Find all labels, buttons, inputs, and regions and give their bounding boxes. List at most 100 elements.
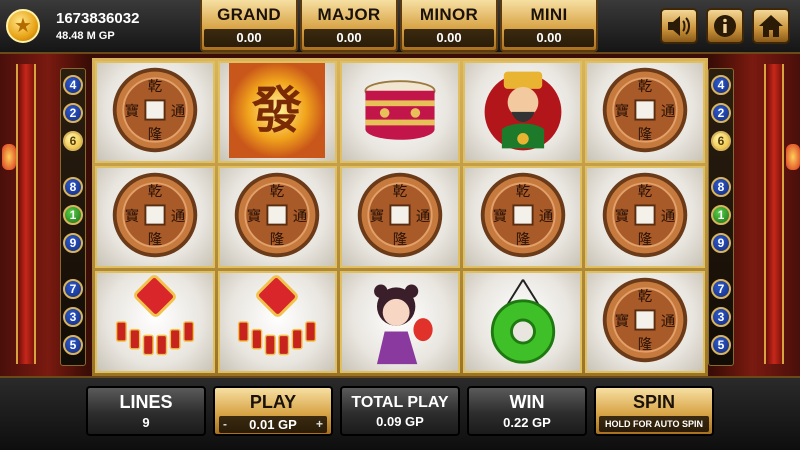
payline-indicator[interactable]: 2 (711, 103, 731, 123)
payline-indicator[interactable]: 7 (711, 279, 731, 299)
svg-text:隆: 隆 (515, 230, 530, 247)
coin-symbol-icon: 乾 隆 寶 通 (229, 168, 325, 266)
sound-button[interactable] (660, 8, 698, 44)
spin-hint: HOLD FOR AUTO SPIN (599, 416, 709, 432)
girl-lantern-symbol-icon (352, 273, 448, 371)
home-button[interactable] (752, 8, 790, 44)
reel-grid: 乾 隆 寶 通 發 乾 隆 寶 通 乾 隆 寶 通 乾 隆 寶 通 乾 隆 寶 … (92, 58, 708, 376)
speaker-icon (668, 16, 690, 36)
payline-indicator[interactable]: 1 (711, 205, 731, 225)
reel-cell: 乾 隆 寶 通 (585, 271, 705, 373)
top-bar: ★ 1673836032 48.48 M GP GRAND 0.00 MAJOR… (0, 0, 800, 54)
bet-increase-button[interactable]: + (316, 416, 323, 433)
payline-indicator[interactable]: 7 (63, 279, 83, 299)
payline-indicator[interactable]: 8 (63, 177, 83, 197)
payline-indicator[interactable]: 3 (63, 307, 83, 327)
jackpot-name: MINI (530, 5, 568, 24)
jade-pendant-symbol-icon (475, 273, 571, 371)
home-icon (759, 15, 783, 37)
payline-indicator[interactable]: 6 (711, 131, 731, 151)
play-value-box: - 0.01 GP + (219, 416, 327, 433)
svg-text:通: 通 (293, 207, 307, 224)
svg-text:寶: 寶 (125, 101, 139, 119)
svg-text:寶: 寶 (370, 206, 384, 224)
player-id: 1673836032 (56, 10, 140, 27)
svg-text:隆: 隆 (393, 230, 408, 247)
star-coin-icon: ★ (6, 9, 40, 43)
win-label: WIN (509, 392, 545, 412)
god-of-wealth-symbol-icon (475, 63, 571, 161)
payline-indicator[interactable]: 2 (63, 103, 83, 123)
payline-indicator[interactable]: 9 (711, 233, 731, 253)
coin-symbol-icon: 乾 隆 寶 通 (597, 168, 693, 266)
svg-text:隆: 隆 (270, 230, 285, 247)
lines-panel[interactable]: LINES 9 (86, 386, 206, 436)
coin-symbol-icon: 乾 隆 寶 通 (597, 63, 693, 161)
svg-text:寶: 寶 (615, 101, 629, 119)
payline-indicator[interactable]: 5 (711, 335, 731, 355)
reel-cell (462, 61, 583, 163)
play-label: PLAY (249, 392, 297, 412)
jackpot-value: 0.00 (204, 29, 294, 47)
jackpot-name: MAJOR (317, 5, 381, 24)
spin-button[interactable]: SPIN HOLD FOR AUTO SPIN (594, 386, 714, 436)
svg-text:隆: 隆 (148, 230, 163, 247)
payline-indicator[interactable]: 4 (711, 75, 731, 95)
svg-text:寶: 寶 (492, 206, 506, 224)
lantern-icon (2, 144, 16, 170)
firecracker-symbol-icon (107, 273, 203, 371)
svg-text:乾: 乾 (515, 182, 529, 199)
jackpot-name: GRAND (217, 5, 281, 24)
svg-text:乾: 乾 (638, 287, 652, 304)
svg-text:乾: 乾 (638, 77, 652, 94)
svg-text:通: 通 (171, 207, 185, 224)
svg-text:乾: 乾 (148, 77, 162, 94)
svg-text:寶: 寶 (615, 206, 629, 224)
jackpot-value: 0.00 (504, 29, 594, 47)
reel-cell (462, 271, 583, 373)
payline-indicator[interactable]: 4 (63, 75, 83, 95)
play-panel: PLAY - 0.01 GP + (213, 386, 333, 436)
payline-indicators-right: 4 2 6 8 1 9 7 3 5 (708, 68, 734, 366)
svg-text:通: 通 (661, 207, 675, 224)
svg-text:通: 通 (416, 207, 430, 224)
reel-cell: 乾 隆 寶 通 (95, 166, 215, 268)
svg-text:乾: 乾 (393, 182, 407, 199)
win-value: 0.22 GP (503, 415, 551, 430)
jackpot-major: MAJOR 0.00 (300, 0, 398, 52)
payline-indicator[interactable]: 9 (63, 233, 83, 253)
lines-label: LINES (119, 392, 173, 412)
payline-indicators-left: 4 2 6 8 1 9 7 3 5 (60, 68, 86, 366)
svg-text:通: 通 (661, 312, 675, 329)
bet-decrease-button[interactable]: - (223, 416, 227, 433)
payline-indicator[interactable]: 1 (63, 205, 83, 225)
payline-indicator[interactable]: 5 (63, 335, 83, 355)
jackpot-mini: MINI 0.00 (500, 0, 598, 52)
jackpot-value: 0.00 (304, 29, 394, 47)
game-stage: 4 2 6 8 1 9 7 3 5 4 2 6 8 1 9 7 3 5 乾 隆 … (0, 54, 800, 376)
info-button[interactable] (706, 8, 744, 44)
drum-symbol-icon (352, 63, 448, 161)
lines-value: 9 (142, 415, 150, 430)
spin-label: SPIN (632, 392, 675, 412)
payline-indicator[interactable]: 6 (63, 131, 83, 151)
svg-text:隆: 隆 (148, 125, 163, 142)
payline-indicator[interactable]: 8 (711, 177, 731, 197)
svg-text:乾: 乾 (638, 182, 652, 199)
reel-cell (95, 271, 215, 373)
svg-text:通: 通 (171, 102, 185, 119)
left-pillar (16, 64, 36, 364)
control-bar: LINES 9 PLAY - 0.01 GP + TOTAL PLAY 0.09… (0, 376, 800, 450)
total-play-label: TOTAL PLAY (351, 394, 449, 411)
total-play-value: 0.09 GP (376, 414, 424, 429)
svg-text:通: 通 (661, 102, 675, 119)
svg-text:寶: 寶 (247, 206, 261, 224)
coin-symbol-icon: 乾 隆 寶 通 (475, 168, 571, 266)
firecracker-symbol-icon (229, 273, 325, 371)
fa-gold-symbol-icon: 發 (229, 63, 326, 161)
info-icon (714, 15, 736, 37)
reel-cell (217, 271, 338, 373)
payline-indicator[interactable]: 3 (711, 307, 731, 327)
reel-cell: 乾 隆 寶 通 (585, 166, 705, 268)
total-play-panel: TOTAL PLAY 0.09 GP (340, 386, 460, 436)
